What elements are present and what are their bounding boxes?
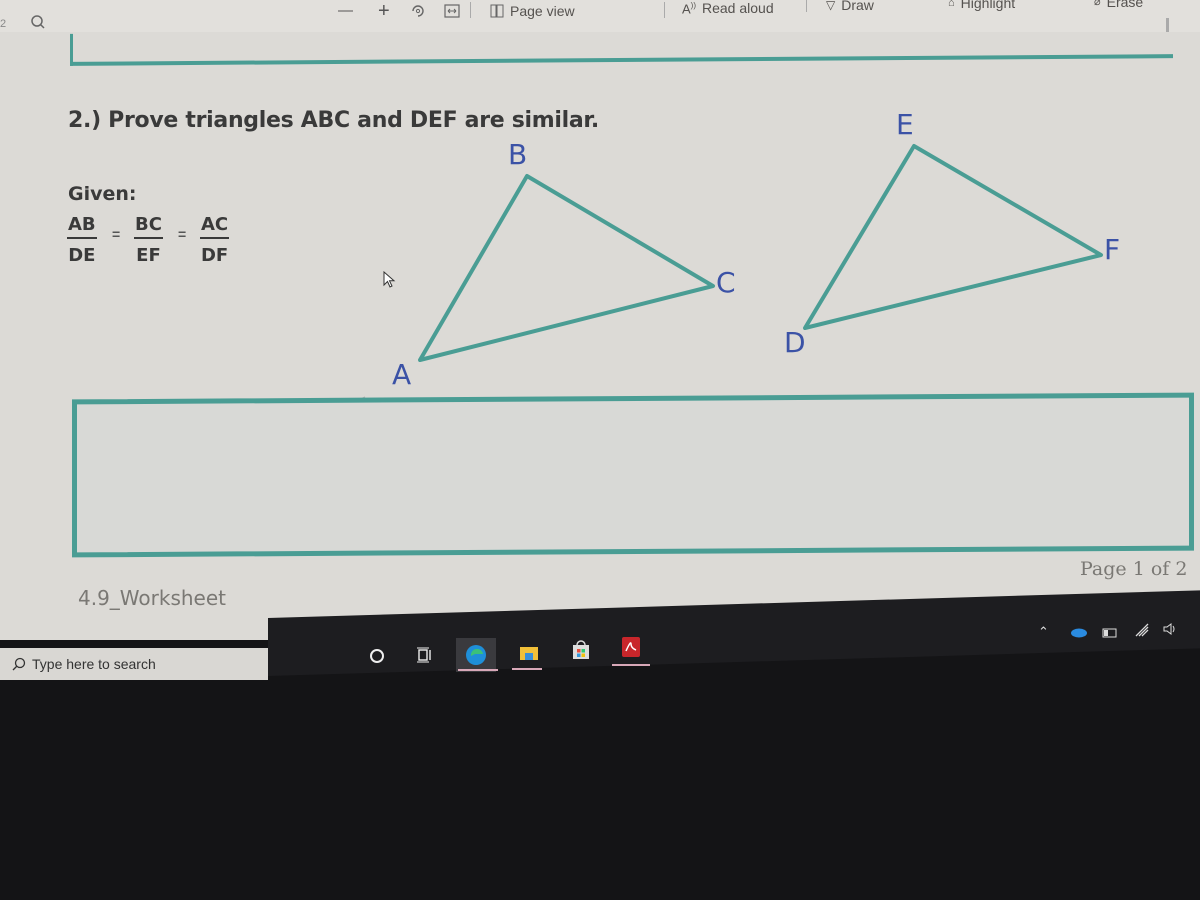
- acrobat-icon: [622, 637, 640, 657]
- search-icon: [12, 657, 26, 671]
- file-explorer-icon: [520, 647, 538, 660]
- answer-box[interactable]: [72, 392, 1194, 558]
- vertex-label-f: F: [1104, 233, 1121, 266]
- worksheet-footer: 4.9_Worksheet: [78, 586, 226, 610]
- cortana-button[interactable]: [364, 643, 390, 669]
- edge-active-indicator: [458, 669, 498, 671]
- volume-icon[interactable]: [1162, 622, 1176, 639]
- edge-button[interactable]: [456, 638, 496, 672]
- cortana-icon: [370, 649, 384, 663]
- acrobat-active-indicator: [612, 664, 650, 666]
- vertex-label-a: A: [392, 358, 412, 391]
- store-icon: [573, 640, 589, 659]
- tray-expand-icon[interactable]: ⌃: [1038, 624, 1049, 640]
- page-counter: Page 1 of 2: [1080, 558, 1188, 580]
- vertex-label-d: D: [784, 326, 806, 359]
- acrobat-button[interactable]: [618, 634, 644, 660]
- task-view-button[interactable]: [412, 642, 438, 668]
- mouse-cursor-icon: [383, 270, 397, 294]
- vertex-label-b: B: [508, 138, 528, 171]
- wifi-icon[interactable]: [1134, 623, 1150, 640]
- taskbar-search[interactable]: Type here to search: [0, 648, 268, 680]
- triangle-def: [803, 144, 1103, 330]
- file-explorer-active-indicator: [512, 668, 542, 670]
- vertex-label-e: E: [896, 108, 914, 141]
- file-explorer-button[interactable]: [516, 640, 542, 666]
- task-view-icon: [417, 647, 431, 663]
- store-button[interactable]: [568, 637, 594, 663]
- search-placeholder: Type here to search: [32, 656, 156, 672]
- document-viewer: 2 — + Page view A)) Read aloud ▽ Draw ⌂: [0, 0, 1200, 640]
- triangle-abc: [418, 174, 715, 362]
- vertex-label-c: C: [716, 266, 736, 299]
- battery-icon[interactable]: [1102, 626, 1118, 641]
- edge-icon: [466, 645, 486, 665]
- onedrive-icon[interactable]: [1068, 626, 1088, 641]
